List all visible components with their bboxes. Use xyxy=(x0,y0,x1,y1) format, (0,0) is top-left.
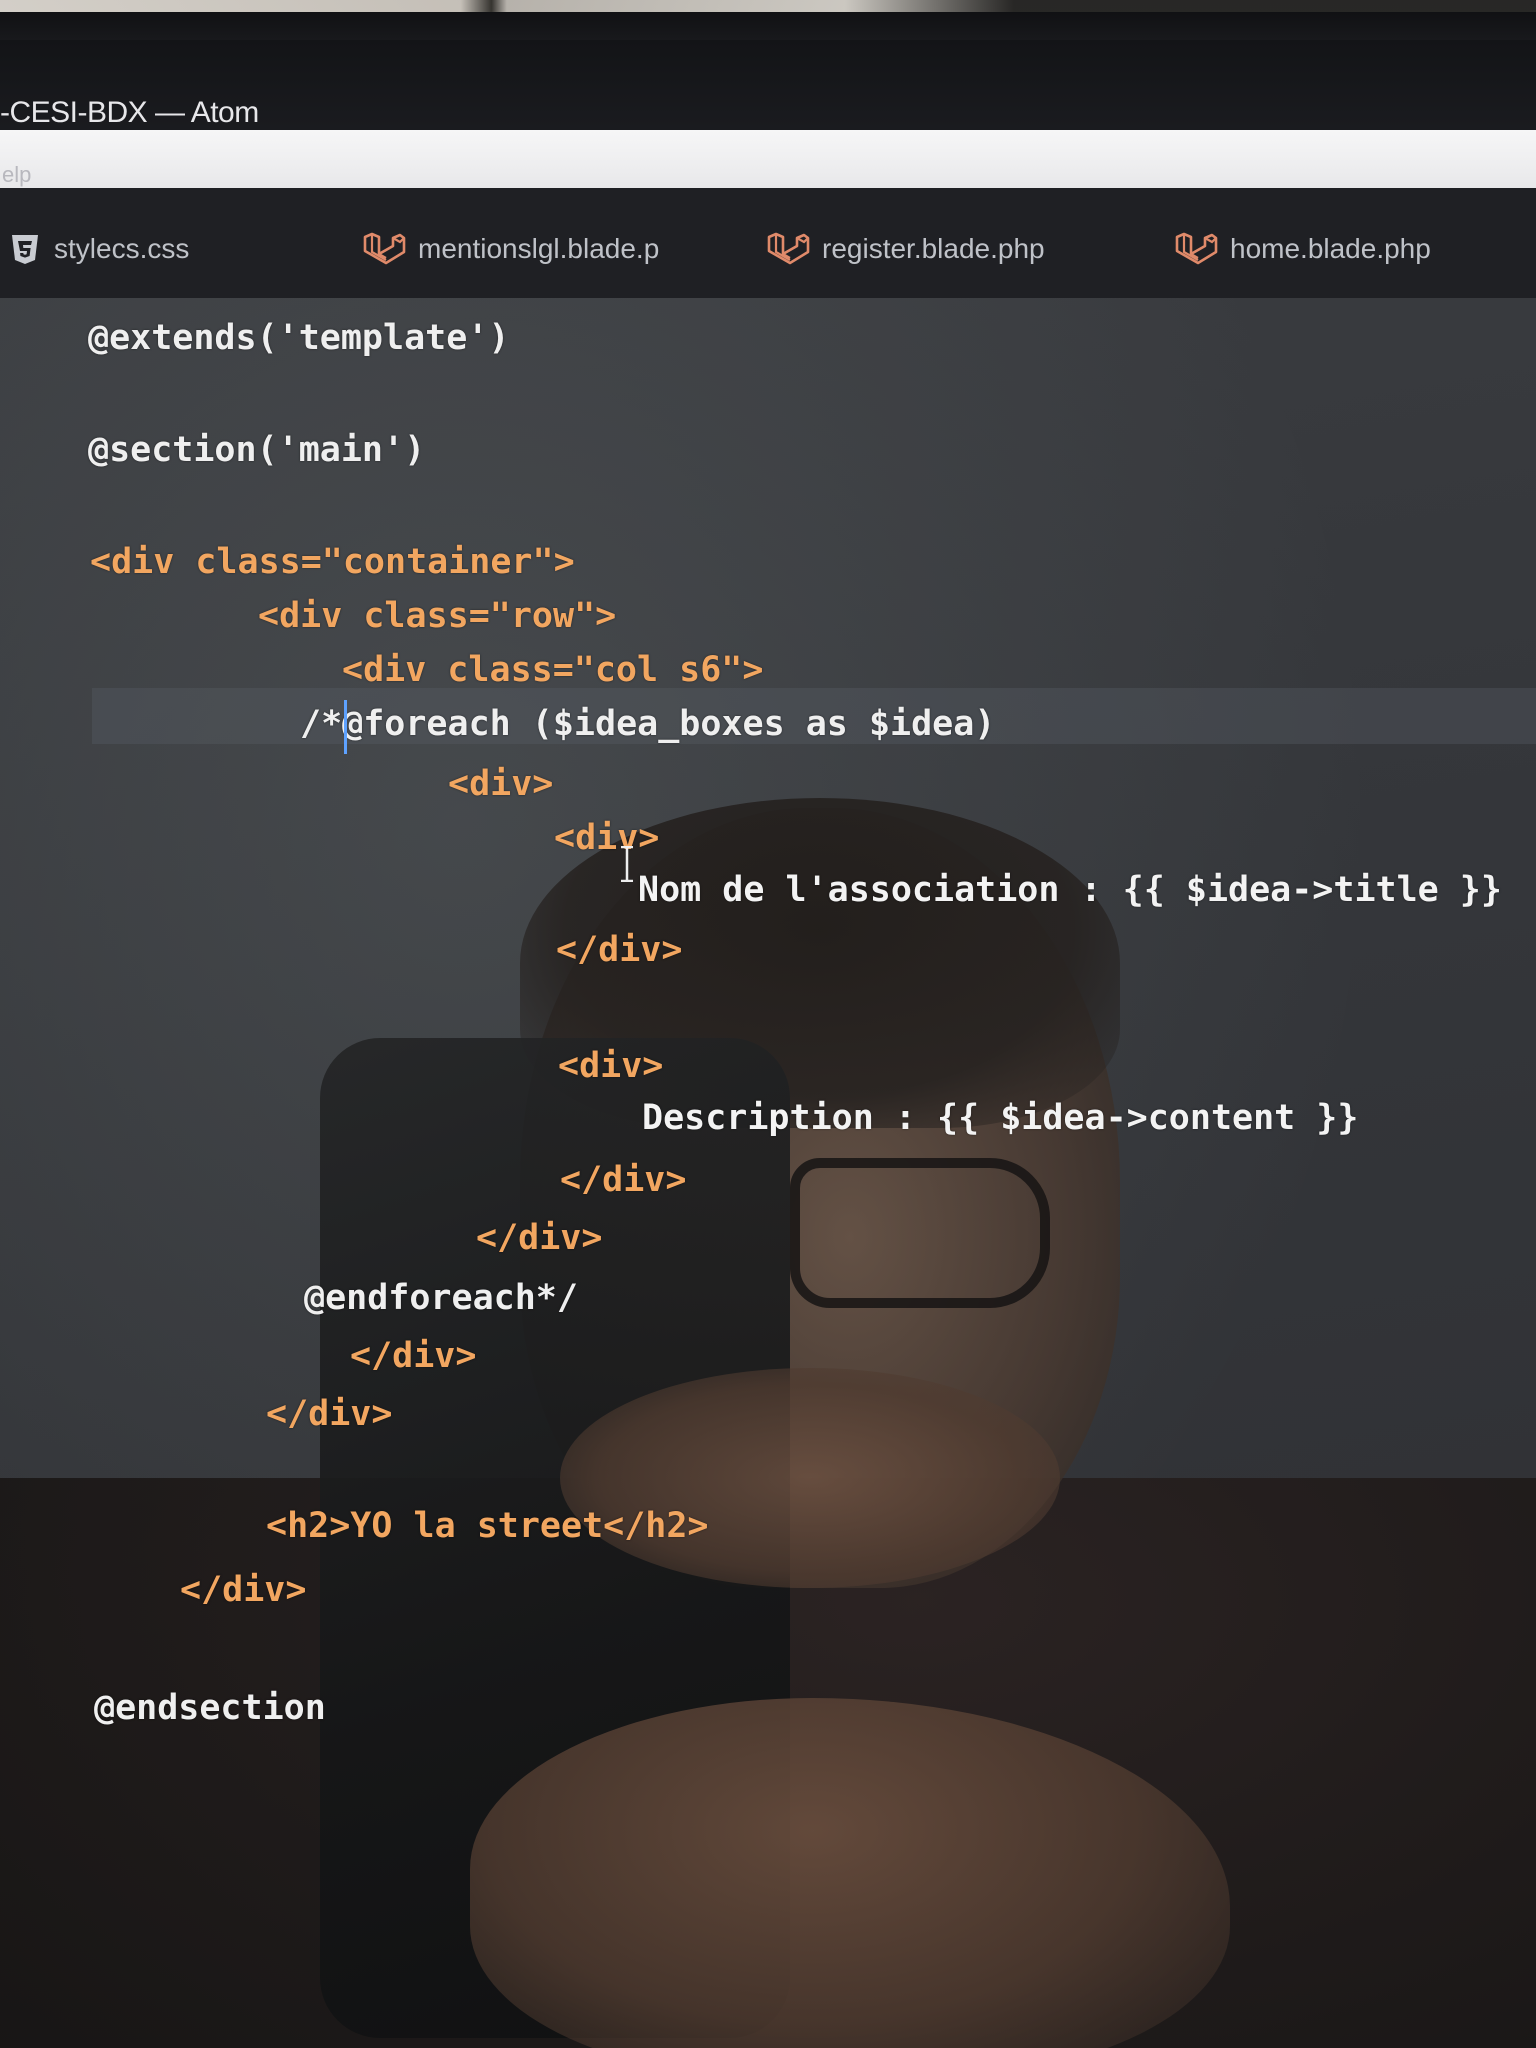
code-line-div-close[interactable]: </div> xyxy=(180,1570,306,1610)
code-line-div-close[interactable]: </div> xyxy=(476,1218,602,1258)
screen-reflection-thumb xyxy=(560,1368,1060,1588)
laravel-icon xyxy=(363,232,406,265)
tab-home-blade[interactable]: home.blade.php xyxy=(1174,220,1504,278)
window-title: -CESI-BDX — Atom xyxy=(0,96,259,129)
bezel-glare xyxy=(0,0,1536,12)
menu-bar[interactable] xyxy=(0,130,1536,188)
monitor-bezel xyxy=(0,0,1536,40)
css3-icon xyxy=(12,235,38,264)
tab-label: home.blade.php xyxy=(1230,233,1431,264)
menu-item-help[interactable]: elp xyxy=(2,162,31,188)
tab-register-blade[interactable]: register.blade.php xyxy=(766,220,1076,278)
laravel-icon xyxy=(767,232,810,265)
tab-mentionslgl-blade[interactable]: mentionslgl.blade.p xyxy=(362,220,672,278)
code-line-description[interactable]: Description : {{ $idea->content }} xyxy=(642,1098,1358,1138)
ibeam-cursor-icon xyxy=(621,846,633,882)
code-line-nom-association[interactable]: Nom de l'association : {{ $idea->title }… xyxy=(638,870,1502,910)
code-line-extends[interactable]: @extends('template') xyxy=(88,318,509,358)
code-line-endsection[interactable]: @endsection xyxy=(94,1688,326,1728)
code-line-div-open[interactable]: <div> xyxy=(558,1046,663,1086)
code-line-div-close[interactable]: </div> xyxy=(266,1394,392,1434)
code-line-foreach[interactable]: /*@foreach ($idea_boxes as $idea) xyxy=(300,704,995,744)
code-line-endforeach[interactable]: @endforeach*/ xyxy=(304,1278,578,1318)
text-caret xyxy=(344,700,347,754)
code-line-div-open[interactable]: <div> xyxy=(448,764,553,804)
code-line-div-close[interactable]: </div> xyxy=(350,1336,476,1376)
code-line-row[interactable]: <div class="row"> xyxy=(258,596,616,636)
code-line-div-open[interactable]: <div> xyxy=(554,818,659,858)
tab-label: register.blade.php xyxy=(822,233,1045,264)
screen-reflection-glasses xyxy=(790,1158,1050,1308)
screen-reflection-hand xyxy=(470,1698,1230,2048)
code-line-div-close[interactable]: </div> xyxy=(560,1160,686,1200)
code-line-section[interactable]: @section('main') xyxy=(88,430,425,470)
tab-stylecs-css[interactable]: stylecs.css xyxy=(8,220,308,278)
monitor-screen: -CESI-BDX — Atom elp stylecs.css mention… xyxy=(0,0,1536,2048)
tab-label: stylecs.css xyxy=(54,233,190,264)
code-line-col[interactable]: <div class="col s6"> xyxy=(342,650,763,690)
code-line-div-close[interactable]: </div> xyxy=(556,930,682,970)
laravel-icon xyxy=(1175,232,1218,265)
tab-label: mentionslgl.blade.p xyxy=(418,233,660,264)
code-line-h2[interactable]: <h2>YO la street</h2> xyxy=(266,1506,709,1546)
code-line-container[interactable]: <div class="container"> xyxy=(90,542,575,582)
screen-reflection-body xyxy=(0,1478,1536,2048)
